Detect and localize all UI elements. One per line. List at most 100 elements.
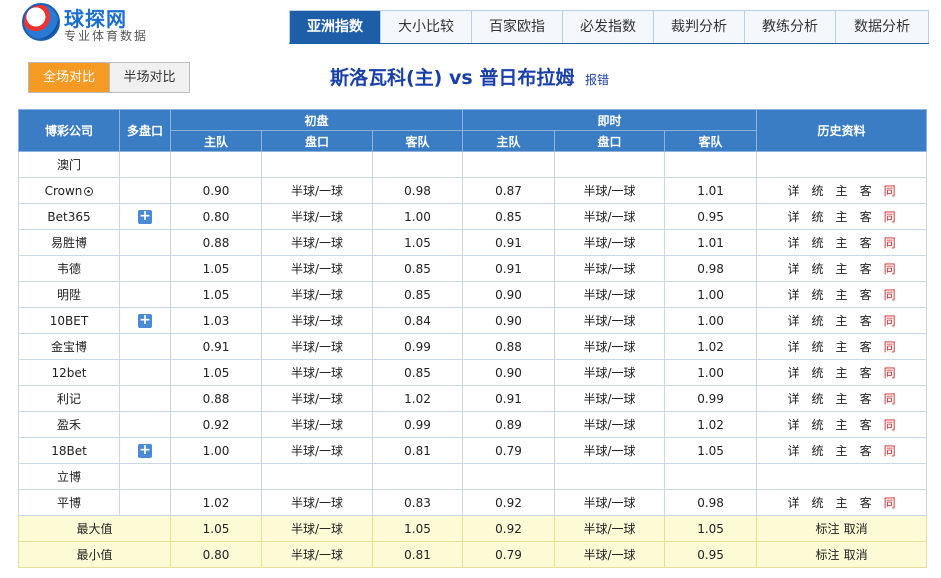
stats-link[interactable]: 统 <box>812 494 824 511</box>
detail-link[interactable]: 详 <box>788 442 800 459</box>
company-cell: 韦德 <box>18 255 120 282</box>
detail-link[interactable]: 详 <box>788 312 800 329</box>
tab-asian-index[interactable]: 亚洲指数 <box>290 11 381 43</box>
home-link[interactable]: 主 <box>836 338 848 355</box>
mark-link[interactable]: 标注 <box>816 520 840 537</box>
tab-over-under[interactable]: 大小比较 <box>381 11 472 43</box>
detail-link[interactable]: 详 <box>788 182 800 199</box>
detail-link[interactable]: 详 <box>788 234 800 251</box>
away-link[interactable]: 客 <box>860 390 872 407</box>
away-link[interactable]: 客 <box>860 182 872 199</box>
stats-link[interactable]: 统 <box>812 182 824 199</box>
away-link[interactable]: 客 <box>860 416 872 433</box>
stats-link[interactable]: 统 <box>812 312 824 329</box>
tab-coach-analysis[interactable]: 教练分析 <box>745 11 836 43</box>
initial-home-cell: 0.91 <box>170 333 262 360</box>
same-link[interactable]: 同 <box>884 494 896 511</box>
away-link[interactable]: 客 <box>860 234 872 251</box>
cancel-link[interactable]: 取消 <box>844 546 868 563</box>
company-name: 明陞 <box>56 288 81 302</box>
same-link[interactable]: 同 <box>884 182 896 199</box>
stats-link[interactable]: 统 <box>812 234 824 251</box>
away-link[interactable]: 客 <box>860 442 872 459</box>
initial-away-cell <box>371 463 464 490</box>
tab-european-odds[interactable]: 百家欧指 <box>472 11 563 43</box>
stats-link[interactable]: 统 <box>812 442 824 459</box>
stats-link[interactable]: 统 <box>812 416 824 433</box>
detail-link[interactable]: 详 <box>788 416 800 433</box>
same-link[interactable]: 同 <box>884 286 896 303</box>
same-link[interactable]: 同 <box>884 390 896 407</box>
expand-plus-icon[interactable]: + <box>138 313 152 328</box>
live-line-cell: 半球/一球 <box>554 489 666 516</box>
stats-link[interactable]: 统 <box>812 260 824 277</box>
company-cell: 12bet <box>18 359 120 386</box>
stats-link[interactable]: 统 <box>812 364 824 381</box>
multi-line-cell <box>119 229 171 256</box>
same-link[interactable]: 同 <box>884 208 896 225</box>
detail-link[interactable]: 详 <box>788 390 800 407</box>
same-link[interactable]: 同 <box>884 364 896 381</box>
report-error-link[interactable]: 报错 <box>585 73 609 87</box>
away-link[interactable]: 客 <box>860 286 872 303</box>
site-logo[interactable]: 球探网 专业体育数据 <box>22 3 172 43</box>
detail-link[interactable]: 详 <box>788 364 800 381</box>
stats-link[interactable]: 统 <box>812 286 824 303</box>
table-row: 18Bet +1.00 半球/一球 0.81 0.79 半球/一球 1.05 详统主客同 <box>18 437 928 464</box>
table-row: 金宝博 0.91 半球/一球 0.99 0.88 半球/一球 1.02 详统主客同 <box>18 333 928 360</box>
detail-link[interactable]: 详 <box>788 338 800 355</box>
home-link[interactable]: 主 <box>836 286 848 303</box>
detail-link[interactable]: 详 <box>788 494 800 511</box>
detail-link[interactable]: 详 <box>788 208 800 225</box>
away-link[interactable]: 客 <box>860 338 872 355</box>
same-link[interactable]: 同 <box>884 312 896 329</box>
live-away-cell: 1.01 <box>664 177 758 204</box>
company-name: Crown <box>44 183 83 198</box>
multi-line-cell <box>119 151 171 178</box>
expand-plus-icon[interactable]: + <box>138 443 152 458</box>
same-link[interactable]: 同 <box>884 416 896 433</box>
home-link[interactable]: 主 <box>836 260 848 277</box>
tab-data-analysis[interactable]: 数据分析 <box>836 11 928 43</box>
home-link[interactable]: 主 <box>836 364 848 381</box>
tab-betfair-index[interactable]: 必发指数 <box>563 11 654 43</box>
away-link[interactable]: 客 <box>860 494 872 511</box>
company-name: 18Bet <box>51 443 87 458</box>
away-link[interactable]: 客 <box>860 208 872 225</box>
away-link[interactable]: 客 <box>860 364 872 381</box>
detail-link[interactable]: 详 <box>788 260 800 277</box>
home-link[interactable]: 主 <box>836 234 848 251</box>
initial-home-cell: 1.05 <box>170 255 262 282</box>
mark-link[interactable]: 标注 <box>816 546 840 563</box>
home-link[interactable]: 主 <box>836 390 848 407</box>
tab-referee-analysis[interactable]: 裁判分析 <box>654 11 745 43</box>
same-link[interactable]: 同 <box>884 260 896 277</box>
live-away-cell: 1.02 <box>664 411 758 438</box>
home-link[interactable]: 主 <box>836 182 848 199</box>
full-match-button[interactable]: 全场对比 <box>29 63 109 92</box>
stats-link[interactable]: 统 <box>812 390 824 407</box>
cancel-link[interactable]: 取消 <box>844 520 868 537</box>
same-link[interactable]: 同 <box>884 442 896 459</box>
half-match-button[interactable]: 半场对比 <box>109 63 189 92</box>
away-link[interactable]: 客 <box>860 312 872 329</box>
away-link[interactable]: 客 <box>860 260 872 277</box>
initial-home-cell: 1.00 <box>170 437 262 464</box>
same-link[interactable]: 同 <box>884 338 896 355</box>
home-link[interactable]: 主 <box>836 442 848 459</box>
stats-link[interactable]: 统 <box>812 208 824 225</box>
home-link[interactable]: 主 <box>836 494 848 511</box>
initial-line-cell: 半球/一球 <box>261 281 373 308</box>
history-cell: 详统主客同 <box>756 385 928 412</box>
detail-link[interactable]: 详 <box>788 286 800 303</box>
stats-link[interactable]: 统 <box>812 338 824 355</box>
expand-plus-icon[interactable]: + <box>138 209 152 224</box>
live-away-cell: 1.02 <box>664 333 758 360</box>
same-link[interactable]: 同 <box>884 234 896 251</box>
live-line-cell: 半球/一球 <box>554 385 666 412</box>
initial-line-cell: 半球/一球 <box>261 437 373 464</box>
home-link[interactable]: 主 <box>836 312 848 329</box>
company-cell: 澳门 <box>18 151 120 178</box>
home-link[interactable]: 主 <box>836 208 848 225</box>
home-link[interactable]: 主 <box>836 416 848 433</box>
